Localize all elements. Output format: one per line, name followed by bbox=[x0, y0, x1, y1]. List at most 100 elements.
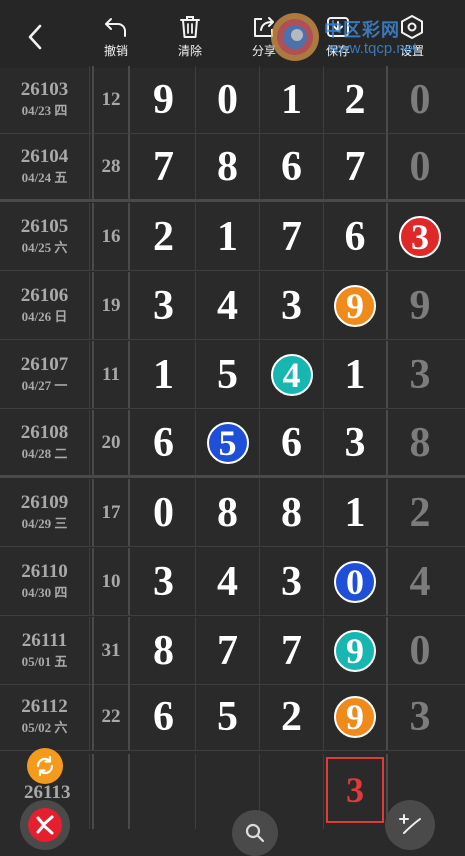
prediction-box[interactable]: 3 bbox=[326, 757, 384, 823]
digit-cell[interactable]: 9 bbox=[132, 66, 196, 133]
period-number: 26103 bbox=[20, 79, 69, 101]
clear-button[interactable]: 清除 bbox=[160, 14, 220, 59]
highlighted-digit: 0 bbox=[334, 560, 376, 603]
digit-cell[interactable]: 0 bbox=[132, 479, 196, 546]
digit-cell[interactable]: 4 bbox=[196, 548, 260, 615]
digit-value: 6 bbox=[281, 419, 302, 466]
brand-button[interactable] bbox=[20, 800, 70, 850]
digit-cell[interactable]: 1 bbox=[260, 66, 324, 133]
tail-cell[interactable]: 3 bbox=[390, 683, 450, 750]
digit-cell[interactable]: 4 bbox=[196, 272, 260, 339]
tail-cell[interactable]: 4 bbox=[390, 548, 450, 615]
period-cell: 26110 04/30 四 bbox=[0, 548, 90, 615]
period-cell: 26104 04/24 五 bbox=[0, 134, 90, 199]
digit-value: 8 bbox=[217, 489, 238, 536]
tail-value: 0 bbox=[409, 76, 431, 123]
sum-cell: 16 bbox=[92, 203, 130, 270]
digit-cell[interactable]: 3 bbox=[260, 548, 324, 615]
digit-cell[interactable]: 5 bbox=[196, 341, 260, 408]
tail-cell[interactable]: 9 bbox=[390, 272, 450, 339]
search-button[interactable] bbox=[232, 810, 278, 856]
next-digit-cell[interactable] bbox=[132, 754, 196, 829]
digit-cell[interactable]: 8 bbox=[196, 134, 260, 199]
tail-cell[interactable]: 0 bbox=[390, 134, 450, 199]
digit-cell[interactable]: 7 bbox=[260, 617, 324, 684]
refresh-button[interactable] bbox=[27, 748, 63, 784]
digit-cell[interactable]: 1 bbox=[324, 341, 388, 408]
digit-cell[interactable]: 9 bbox=[324, 272, 388, 339]
sum-value: 28 bbox=[101, 155, 121, 177]
sum-cell: 11 bbox=[92, 341, 130, 408]
tail-cell[interactable]: 2 bbox=[390, 479, 450, 546]
sum-value: 31 bbox=[101, 639, 121, 661]
digit-cell[interactable]: 8 bbox=[196, 479, 260, 546]
digit-cell[interactable]: 5 bbox=[196, 683, 260, 750]
refresh-icon bbox=[36, 755, 54, 777]
table-row: 26111 05/01 五 31 8 7 7 9 0 bbox=[0, 617, 465, 685]
digit-cell[interactable]: 1 bbox=[324, 479, 388, 546]
digit-cell[interactable]: 3 bbox=[132, 548, 196, 615]
digit-cell[interactable]: 6 bbox=[132, 683, 196, 750]
digit-cell[interactable]: 2 bbox=[132, 203, 196, 270]
tail-cell[interactable]: 8 bbox=[390, 410, 450, 475]
digit-value: 7 bbox=[281, 213, 302, 260]
draw-button[interactable] bbox=[385, 800, 435, 850]
digit-cell[interactable]: 0 bbox=[324, 548, 388, 615]
digit-cell[interactable]: 3 bbox=[324, 410, 388, 475]
period-number: 26104 bbox=[20, 146, 69, 168]
sum-value: 10 bbox=[101, 570, 121, 592]
digit-cell[interactable]: 7 bbox=[132, 134, 196, 199]
digit-cell[interactable]: 7 bbox=[324, 134, 388, 199]
period-date: 04/23 四 bbox=[21, 103, 68, 119]
highlighted-digit: 9 bbox=[334, 284, 376, 327]
back-button[interactable] bbox=[22, 22, 48, 52]
digit-value: 5 bbox=[217, 351, 238, 398]
table-row: 26104 04/24 五 28 7 8 6 7 0 bbox=[0, 134, 465, 202]
digit-value: 7 bbox=[153, 143, 174, 190]
draw-history-grid: 26103 04/23 四 12 9 0 1 2 0 26104 04/24 五 28 7 8 6 7 0 26… bbox=[0, 66, 465, 829]
tail-cell[interactable]: 0 bbox=[390, 66, 450, 133]
digit-cell[interactable]: 1 bbox=[132, 341, 196, 408]
digit-cell[interactable]: 6 bbox=[132, 410, 196, 475]
digit-value: 0 bbox=[217, 76, 238, 123]
digit-value: 1 bbox=[281, 76, 302, 123]
digit-cell[interactable]: 3 bbox=[132, 272, 196, 339]
digit-cell[interactable]: 2 bbox=[324, 66, 388, 133]
trash-icon bbox=[180, 16, 200, 38]
sum-cell: 28 bbox=[92, 134, 130, 199]
digit-cell[interactable]: 7 bbox=[260, 203, 324, 270]
digit-cell[interactable]: 1 bbox=[196, 203, 260, 270]
digit-cell[interactable]: 9 bbox=[324, 617, 388, 684]
tail-cell[interactable]: 3 bbox=[390, 203, 450, 270]
pen-add-icon bbox=[399, 814, 421, 834]
digit-cell[interactable]: 6 bbox=[260, 410, 324, 475]
digit-value: 1 bbox=[153, 351, 174, 398]
digit-cell[interactable]: 5 bbox=[196, 410, 260, 475]
digit-cell[interactable]: 6 bbox=[260, 134, 324, 199]
digit-cell[interactable]: 7 bbox=[196, 617, 260, 684]
tail-cell[interactable]: 3 bbox=[390, 341, 450, 408]
digit-value: 1 bbox=[344, 489, 366, 536]
undo-button[interactable]: 撤销 bbox=[86, 14, 146, 59]
tail-value: 3 bbox=[409, 693, 431, 740]
digit-cell[interactable]: 2 bbox=[260, 683, 324, 750]
period-cell: 26108 04/28 二 bbox=[0, 410, 90, 475]
undo-label: 撤销 bbox=[103, 44, 128, 58]
digit-cell[interactable]: 0 bbox=[196, 66, 260, 133]
period-number: 26109 bbox=[20, 492, 69, 514]
digit-value: 2 bbox=[153, 213, 174, 260]
digit-value: 6 bbox=[344, 213, 366, 260]
sum-cell: 12 bbox=[92, 66, 130, 133]
digit-cell[interactable]: 8 bbox=[132, 617, 196, 684]
digit-cell[interactable]: 6 bbox=[324, 203, 388, 270]
sum-cell: 31 bbox=[92, 617, 130, 684]
period-date: 04/24 五 bbox=[21, 170, 68, 186]
digit-value: 8 bbox=[217, 143, 238, 190]
tail-value: 4 bbox=[409, 558, 431, 605]
digit-cell[interactable]: 3 bbox=[260, 272, 324, 339]
digit-cell[interactable]: 4 bbox=[260, 341, 324, 408]
period-date: 04/30 四 bbox=[21, 585, 68, 601]
tail-cell[interactable]: 0 bbox=[390, 617, 450, 684]
digit-cell[interactable]: 8 bbox=[260, 479, 324, 546]
digit-cell[interactable]: 9 bbox=[324, 683, 388, 750]
